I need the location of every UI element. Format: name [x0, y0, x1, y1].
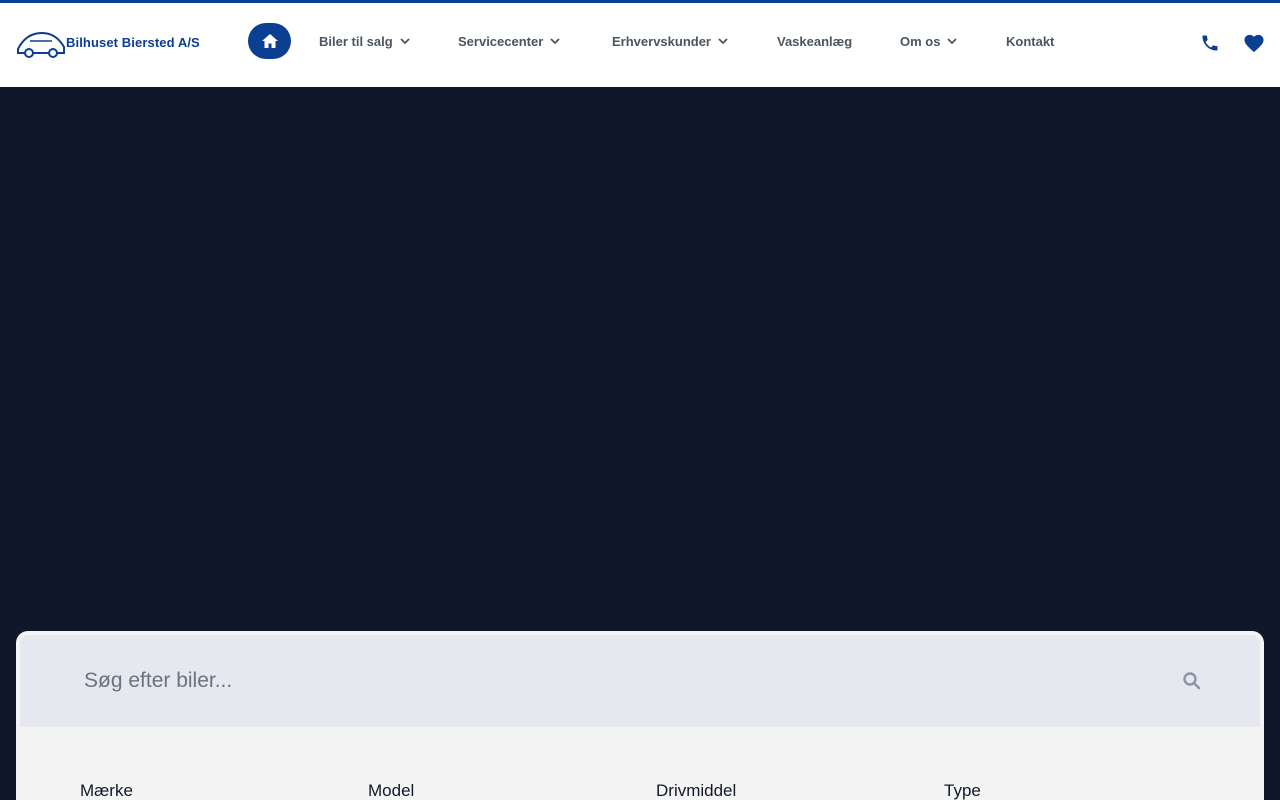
nav-label: Erhvervskunder: [612, 33, 711, 49]
site-logo[interactable]: Bilhuset Biersted A/S: [16, 25, 200, 63]
search-input[interactable]: [20, 635, 1180, 727]
filter-label-drivmiddel: Drivmiddel: [656, 781, 737, 800]
car-search-panel: Mærke Model Drivmiddel Type: [16, 631, 1264, 800]
nav-label: Biler til salg: [319, 33, 393, 49]
nav-item-om-os[interactable]: Om os: [900, 32, 958, 50]
filter-label-model: Model: [368, 781, 415, 800]
nav-label: Om os: [900, 33, 941, 49]
search-bar: [20, 635, 1260, 727]
nav-item-biler-til-salg[interactable]: Biler til salg: [319, 32, 411, 50]
heart-icon: [1244, 34, 1264, 53]
favorites-button[interactable]: [1242, 31, 1266, 55]
nav-item-vaskeanlaeg[interactable]: Vaskeanlæg: [777, 32, 852, 50]
chevron-down-icon: [550, 38, 560, 45]
home-button[interactable]: [248, 23, 291, 59]
chevron-down-icon: [400, 38, 410, 45]
nav-label: Servicecenter: [458, 33, 544, 49]
search-icon[interactable]: [1182, 671, 1202, 691]
site-header: Bilhuset Biersted A/S Biler til salg Ser…: [0, 0, 1280, 87]
nav-label: Vaskeanlæg: [777, 33, 853, 49]
nav-item-servicecenter[interactable]: Servicecenter: [458, 32, 561, 50]
logo-text: Bilhuset Biersted A/S: [66, 35, 200, 50]
nav-item-erhvervskunder[interactable]: Erhvervskunder: [612, 32, 729, 50]
nav-label: Kontakt: [1006, 33, 1055, 49]
filter-label-type: Type: [944, 781, 981, 800]
nav-item-kontakt[interactable]: Kontakt: [1006, 32, 1054, 50]
car-logo-icon: [17, 31, 65, 58]
chevron-down-icon: [718, 38, 728, 45]
phone-button[interactable]: [1198, 31, 1222, 55]
filter-label-maerke: Mærke: [80, 781, 133, 800]
home-icon: [261, 34, 278, 48]
phone-icon: [1202, 35, 1218, 51]
chevron-down-icon: [947, 38, 958, 45]
